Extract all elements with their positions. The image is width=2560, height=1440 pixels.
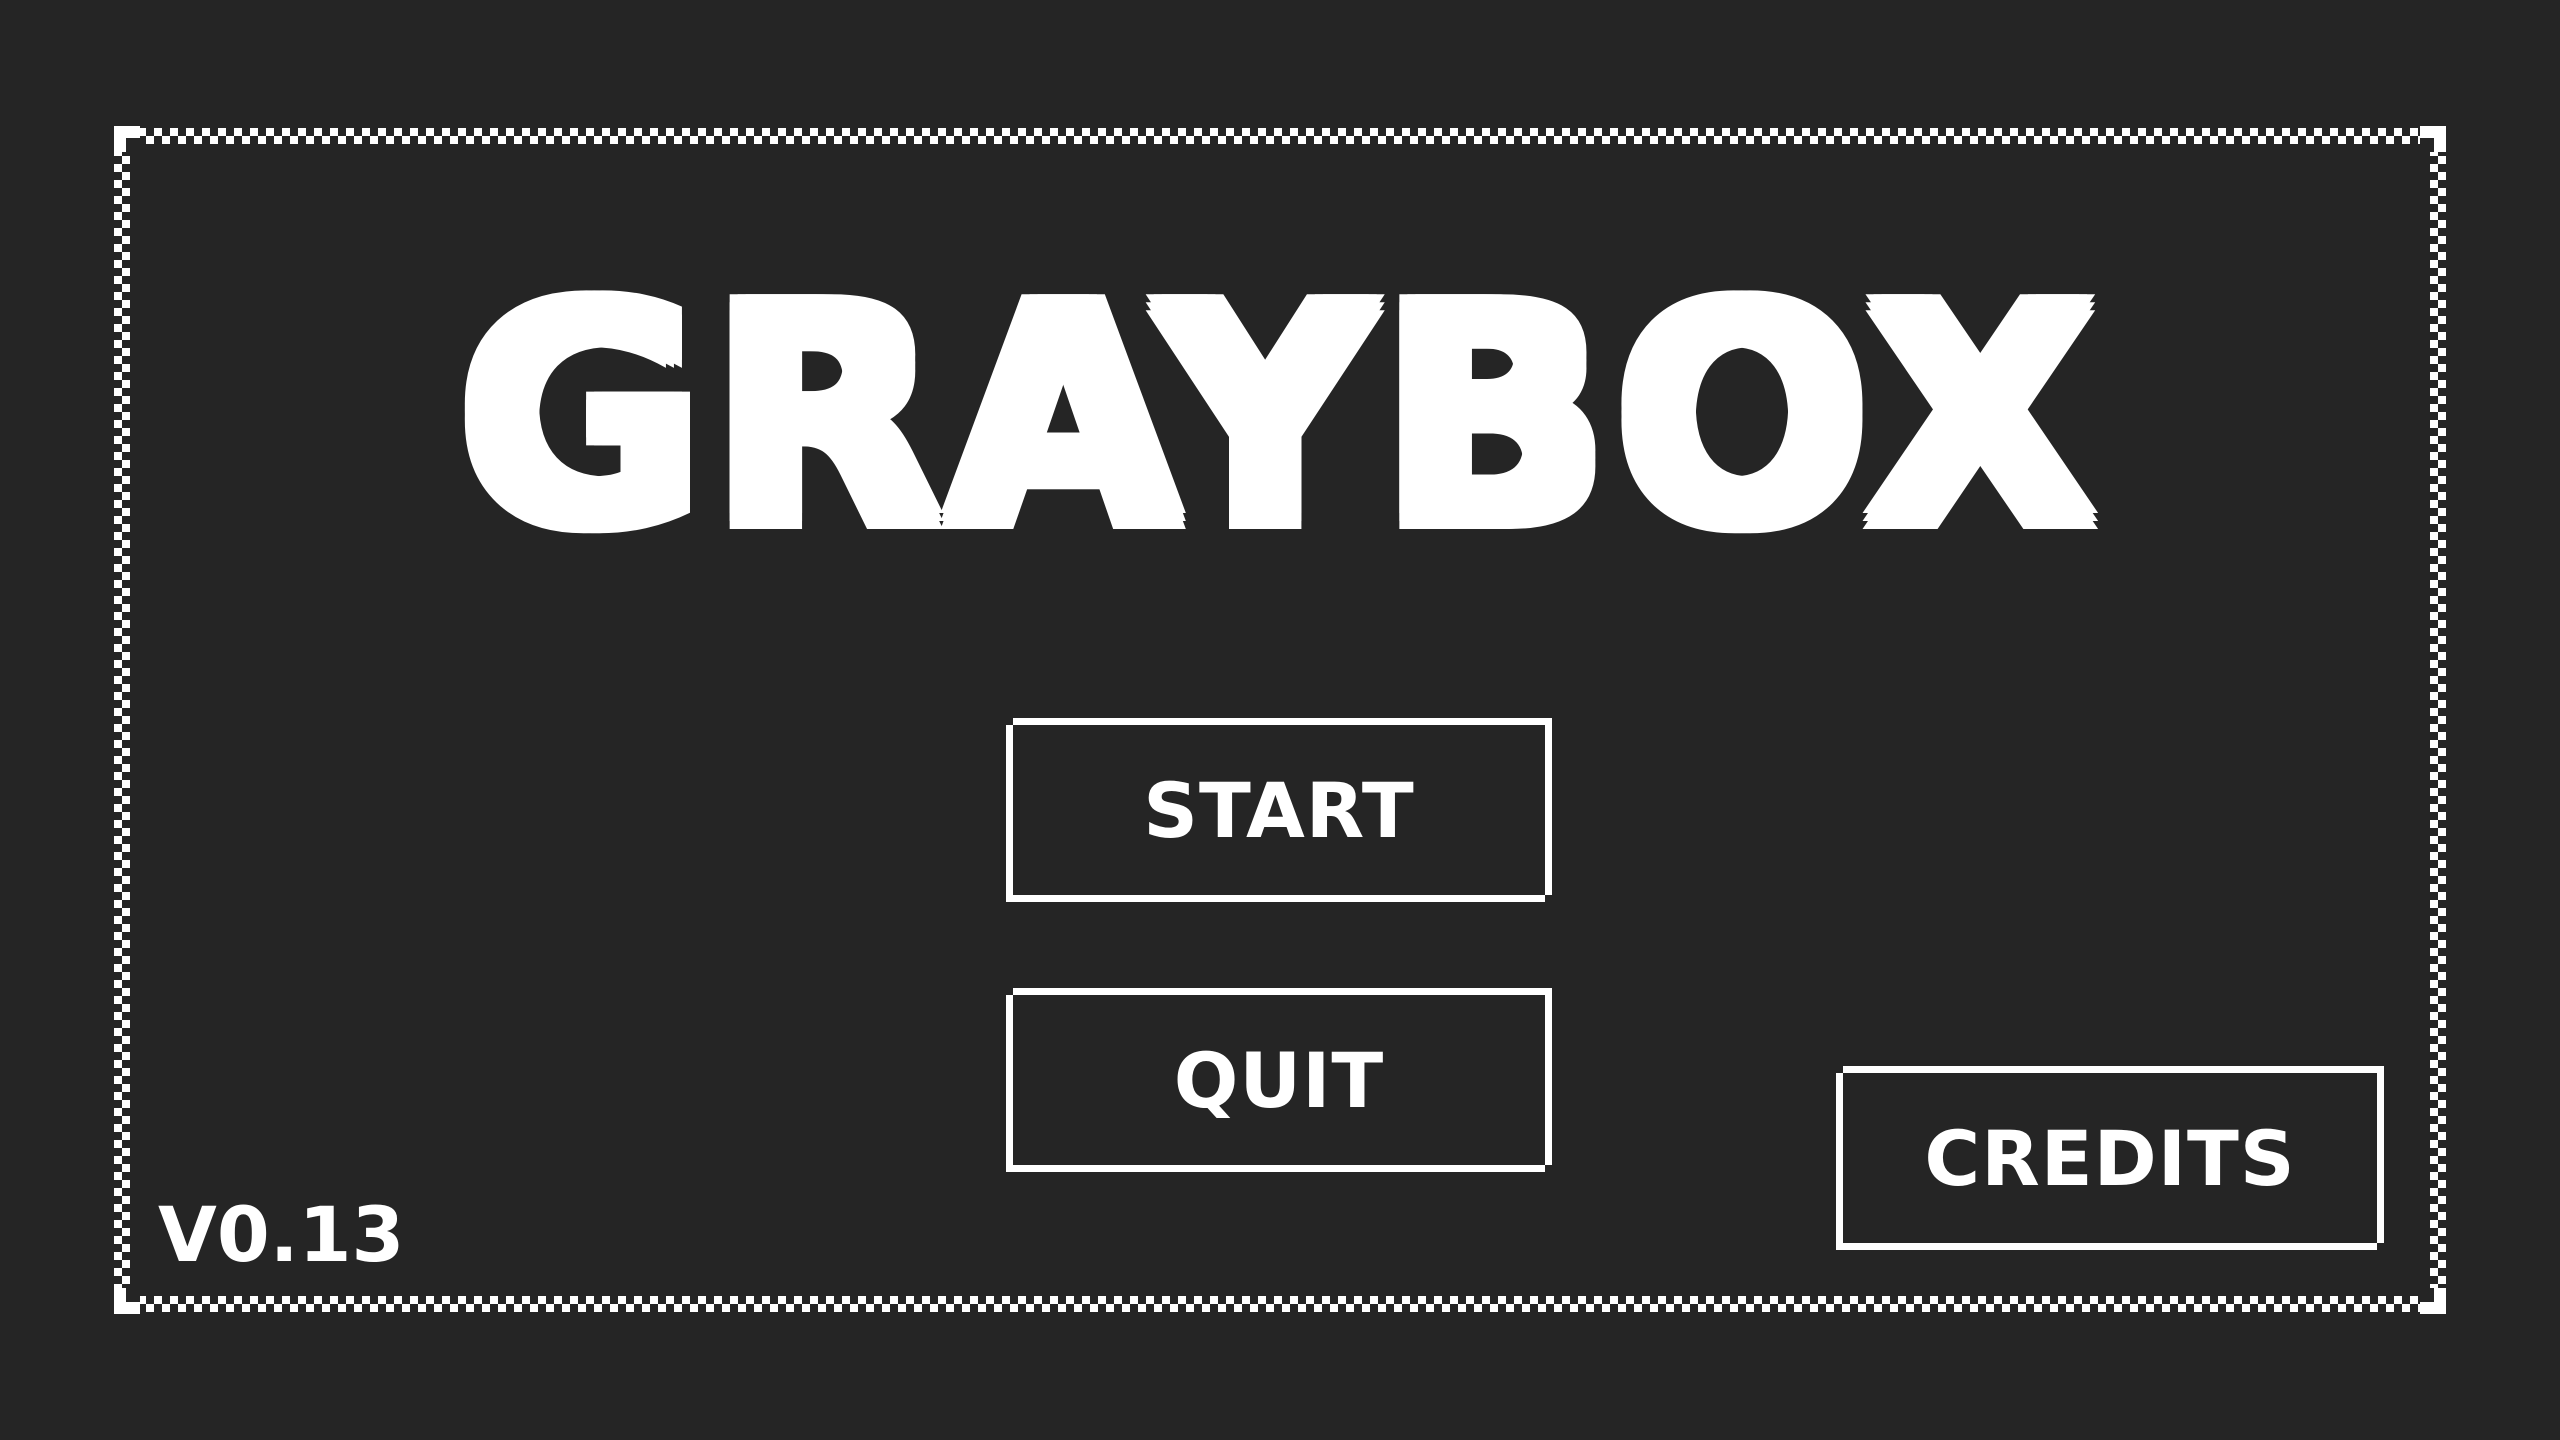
start-button-label: START xyxy=(1143,765,1415,855)
version-label: V0.13 xyxy=(158,1190,405,1279)
frame-corner-bottom-left xyxy=(114,1288,140,1314)
credits-button[interactable]: CREDITS xyxy=(1836,1066,2384,1250)
frame-corner-top-left xyxy=(114,126,140,152)
frame-border-bottom xyxy=(114,1296,2446,1312)
credits-button-label: CREDITS xyxy=(1924,1113,2296,1203)
quit-button-label: QUIT xyxy=(1173,1035,1385,1125)
frame-corner-bottom-right xyxy=(2420,1288,2446,1314)
frame-corner-top-right xyxy=(2420,126,2446,152)
game-title: GRAYBOX xyxy=(457,243,2103,592)
frame-border-top xyxy=(114,128,2446,144)
main-menu-screen: GRAYBOX START QUIT CREDITS V0.13 xyxy=(0,0,2560,1440)
quit-button[interactable]: QUIT xyxy=(1006,988,1552,1172)
start-button[interactable]: START xyxy=(1006,718,1552,902)
